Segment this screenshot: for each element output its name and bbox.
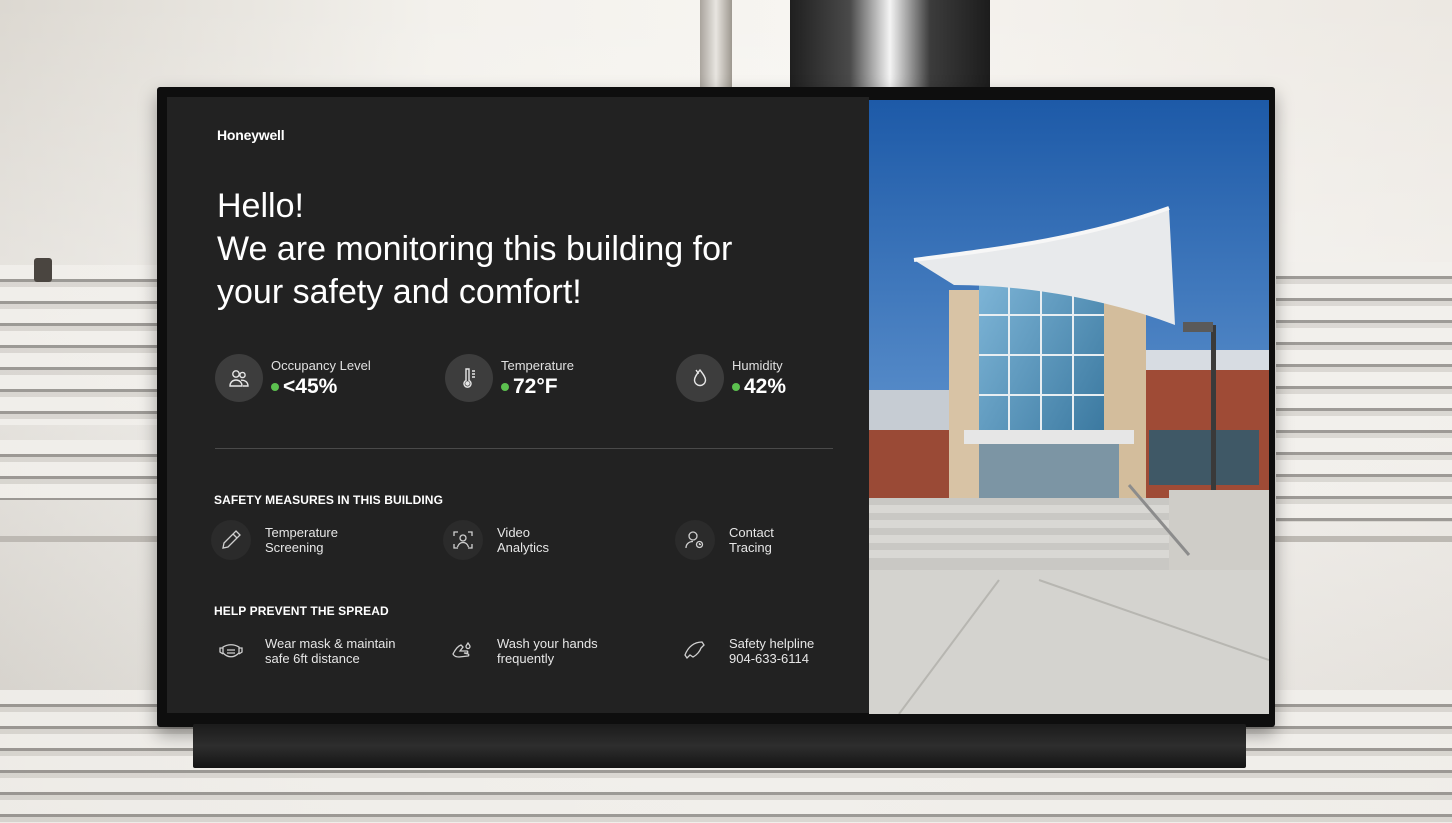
measure-text: Temperature Screening [265,525,338,555]
help-prevent-heading: HELP PREVENT THE SPREAD [214,604,389,618]
safety-measures-heading: SAFETY MEASURES IN THIS BUILDING [214,493,443,507]
ceiling-pipe [700,0,732,90]
status-dot [271,382,279,391]
phone-icon [675,631,715,671]
tip-safety-helpline: Safety helpline 904-633-6114 [675,631,879,671]
ceiling-vent-right [1276,262,1452,522]
hand-wash-icon [443,631,483,671]
measure-text: Video Analytics [497,525,550,555]
tip-wash-hands: Wash your hands frequently [443,631,647,671]
metric-humidity: Humidity 42% [676,352,786,404]
ceiling-vent-left-lower [0,440,165,500]
headline-line-1: Hello! [217,187,304,225]
tip-text: Wash your hands frequently [497,636,598,666]
welcome-headline: Hello! We are monitoring this building f… [217,185,837,314]
section-divider [215,448,833,449]
headline-line-3: your safety and comfort! [217,273,582,311]
user-search-icon [675,520,715,560]
face-scan-icon [443,520,483,560]
people-icon [215,354,263,402]
thermometer-icon [445,354,493,402]
status-dot [501,382,509,391]
thermometer-gun-icon [211,520,251,560]
metric-occupancy: Occupancy Level <45% [215,352,371,404]
monitor-mount [193,724,1246,768]
ceiling-lamp [34,258,52,282]
honeywell-logo: Honeywell [217,127,285,143]
measure-temperature-screening: Temperature Screening [211,520,415,560]
mask-icon [211,631,251,671]
info-panel: Honeywell Hello! We are monitoring this … [167,97,869,713]
tip-text: Safety helpline 904-633-6114 [729,636,815,666]
tip-text: Wear mask & maintain safe 6ft distance [265,636,396,666]
metric-value: 42% [744,374,787,398]
building-illustration [869,100,1269,714]
metric-label: Humidity [732,357,783,373]
droplets-icon [676,354,724,402]
headline-line-2: We are monitoring this building for [217,230,733,268]
metric-value: <45% [283,374,338,398]
building-photo [869,100,1269,714]
measure-text: Contact Tracing [729,525,774,555]
measure-contact-tracing: Contact Tracing [675,520,879,560]
metric-value: 72°F [513,374,558,398]
status-dot [732,382,740,391]
metric-label: Temperature [501,357,574,373]
ceiling-vent-left [0,265,165,425]
measure-video-analytics: Video Analytics [443,520,647,560]
tip-wear-mask: Wear mask & maintain safe 6ft distance [211,631,415,671]
metric-temperature: Temperature 72°F [445,352,574,404]
ceiling-beam [790,0,990,90]
metric-label: Occupancy Level [271,357,371,373]
